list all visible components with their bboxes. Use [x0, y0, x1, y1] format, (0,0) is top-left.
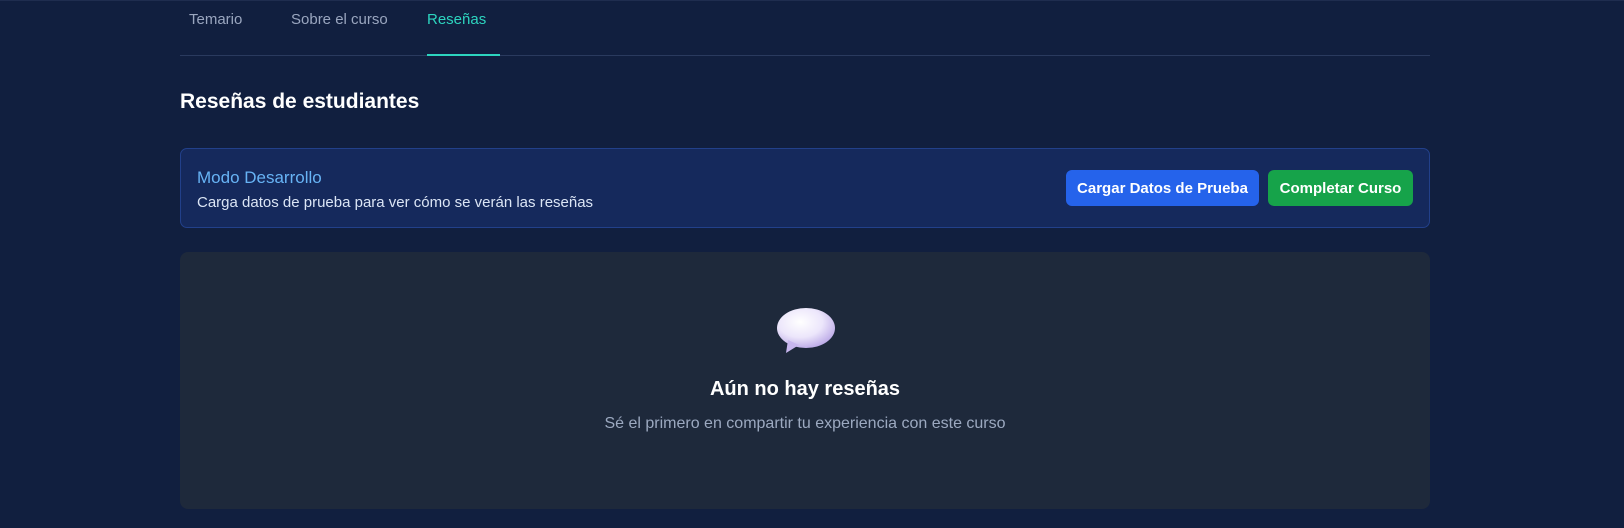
speech-bubble-icon — [777, 308, 835, 353]
course-content: Temario Sobre el curso Reseñas Reseñas d… — [180, 0, 1430, 509]
reviews-empty-state: Aún no hay reseñas Sé el primero en comp… — [180, 252, 1430, 509]
page-title: Reseñas de estudiantes — [180, 90, 420, 113]
active-tab-indicator — [427, 54, 500, 56]
dev-mode-title: Modo Desarrollo — [197, 168, 322, 187]
tab-resenas[interactable]: Reseñas — [427, 0, 486, 48]
course-tabs: Temario Sobre el curso Reseñas — [180, 0, 1430, 56]
tab-sobre-el-curso[interactable]: Sobre el curso — [291, 0, 388, 48]
dev-mode-description: Carga datos de prueba para ver cómo se v… — [197, 194, 594, 211]
load-test-data-button[interactable]: Cargar Datos de Prueba — [1066, 170, 1259, 206]
dev-mode-banner: Modo Desarrollo Carga datos de prueba pa… — [180, 148, 1430, 228]
complete-course-button[interactable]: Completar Curso — [1268, 170, 1413, 206]
tab-temario[interactable]: Temario — [189, 0, 242, 48]
empty-state-subtitle: Sé el primero en compartir tu experienci… — [604, 415, 1006, 432]
page: Temario Sobre el curso Reseñas Reseñas d… — [0, 0, 1624, 528]
empty-state-title: Aún no hay reseñas — [709, 378, 901, 400]
